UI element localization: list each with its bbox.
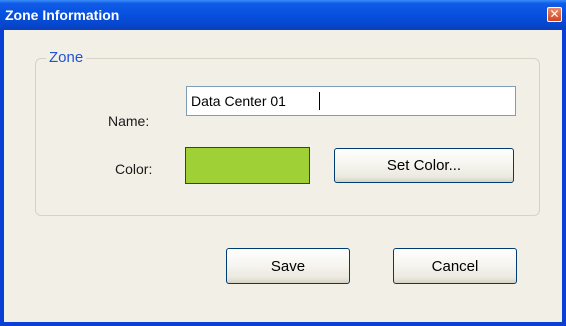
save-button[interactable]: Save bbox=[226, 248, 350, 284]
window-title: Zone Information bbox=[5, 7, 120, 23]
text-caret bbox=[319, 92, 320, 110]
name-label: Name: bbox=[108, 113, 150, 129]
close-icon: ✕ bbox=[549, 7, 560, 21]
close-button[interactable]: ✕ bbox=[547, 7, 562, 22]
set-color-button[interactable]: Set Color... bbox=[334, 148, 514, 183]
title-bar[interactable]: Zone Information ✕ bbox=[0, 0, 566, 30]
dialog-body: Zone Name: Color: Set Color... Save Canc… bbox=[4, 30, 562, 322]
zone-groupbox: Zone bbox=[35, 50, 540, 216]
name-input[interactable] bbox=[186, 86, 516, 116]
zone-group-legend: Zone bbox=[46, 50, 87, 66]
color-label: Color: bbox=[115, 161, 153, 177]
color-swatch bbox=[185, 147, 310, 184]
window-bottom-border bbox=[0, 322, 566, 326]
zone-information-dialog: Zone Information ✕ Zone Name: Color: Set… bbox=[0, 0, 566, 326]
cancel-button[interactable]: Cancel bbox=[393, 248, 517, 284]
